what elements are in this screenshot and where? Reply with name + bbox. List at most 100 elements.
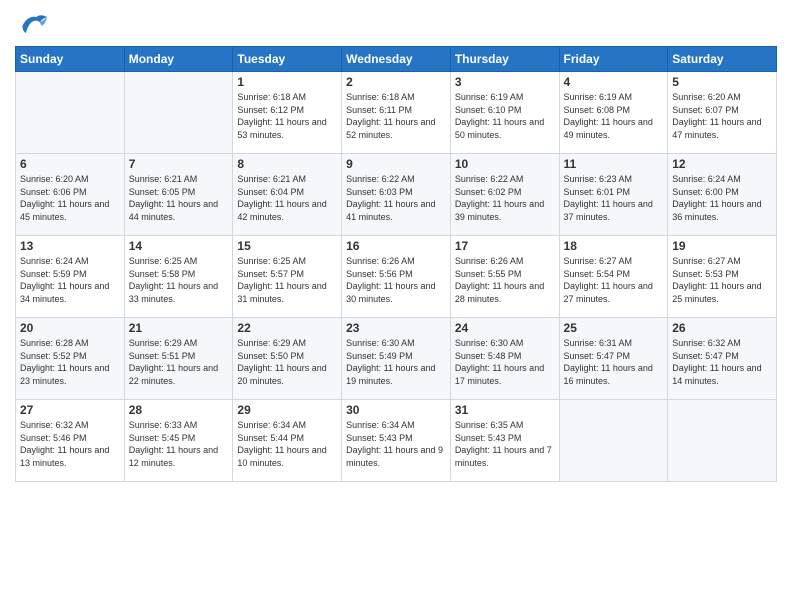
day-header-tuesday: Tuesday (233, 47, 342, 72)
day-number: 2 (346, 75, 446, 89)
calendar-cell: 24 Sunrise: 6:30 AMSunset: 5:48 PMDayligh… (450, 318, 559, 400)
day-number: 10 (455, 157, 555, 171)
day-number: 1 (237, 75, 337, 89)
calendar-cell: 21 Sunrise: 6:29 AMSunset: 5:51 PMDayligh… (124, 318, 233, 400)
calendar-cell: 27 Sunrise: 6:32 AMSunset: 5:46 PMDayligh… (16, 400, 125, 482)
day-number: 9 (346, 157, 446, 171)
day-header-monday: Monday (124, 47, 233, 72)
day-info: Sunrise: 6:28 AMSunset: 5:52 PMDaylight:… (20, 337, 120, 387)
day-info: Sunrise: 6:18 AMSunset: 6:12 PMDaylight:… (237, 91, 337, 141)
day-number: 21 (129, 321, 229, 335)
calendar-cell: 3 Sunrise: 6:19 AMSunset: 6:10 PMDaylight… (450, 72, 559, 154)
day-header-wednesday: Wednesday (342, 47, 451, 72)
day-number: 11 (564, 157, 664, 171)
logo-bird-icon (15, 10, 51, 40)
day-info: Sunrise: 6:19 AMSunset: 6:10 PMDaylight:… (455, 91, 555, 141)
day-number: 16 (346, 239, 446, 253)
calendar-cell: 29 Sunrise: 6:34 AMSunset: 5:44 PMDayligh… (233, 400, 342, 482)
day-number: 18 (564, 239, 664, 253)
day-number: 12 (672, 157, 772, 171)
day-number: 30 (346, 403, 446, 417)
day-info: Sunrise: 6:27 AMSunset: 5:54 PMDaylight:… (564, 255, 664, 305)
calendar-cell: 23 Sunrise: 6:30 AMSunset: 5:49 PMDayligh… (342, 318, 451, 400)
day-info: Sunrise: 6:29 AMSunset: 5:50 PMDaylight:… (237, 337, 337, 387)
day-number: 8 (237, 157, 337, 171)
day-number: 22 (237, 321, 337, 335)
calendar-cell: 1 Sunrise: 6:18 AMSunset: 6:12 PMDaylight… (233, 72, 342, 154)
calendar-cell: 10 Sunrise: 6:22 AMSunset: 6:02 PMDayligh… (450, 154, 559, 236)
day-info: Sunrise: 6:24 AMSunset: 5:59 PMDaylight:… (20, 255, 120, 305)
day-info: Sunrise: 6:20 AMSunset: 6:06 PMDaylight:… (20, 173, 120, 223)
day-header-sunday: Sunday (16, 47, 125, 72)
day-number: 7 (129, 157, 229, 171)
day-info: Sunrise: 6:21 AMSunset: 6:04 PMDaylight:… (237, 173, 337, 223)
day-number: 6 (20, 157, 120, 171)
day-info: Sunrise: 6:34 AMSunset: 5:43 PMDaylight:… (346, 419, 446, 469)
day-header-saturday: Saturday (668, 47, 777, 72)
calendar-week-2: 13 Sunrise: 6:24 AMSunset: 5:59 PMDayligh… (16, 236, 777, 318)
day-info: Sunrise: 6:19 AMSunset: 6:08 PMDaylight:… (564, 91, 664, 141)
day-info: Sunrise: 6:22 AMSunset: 6:02 PMDaylight:… (455, 173, 555, 223)
calendar-cell (16, 72, 125, 154)
calendar-week-3: 20Sunrise: 6:28 AMSunset: 5:52 PMDayligh… (16, 318, 777, 400)
day-info: Sunrise: 6:25 AMSunset: 5:57 PMDaylight:… (237, 255, 337, 305)
day-info: Sunrise: 6:21 AMSunset: 6:05 PMDaylight:… (129, 173, 229, 223)
day-number: 23 (346, 321, 446, 335)
calendar-cell: 16Sunrise: 6:26 AMSunset: 5:56 PMDayligh… (342, 236, 451, 318)
calendar-cell (559, 400, 668, 482)
day-number: 13 (20, 239, 120, 253)
day-info: Sunrise: 6:25 AMSunset: 5:58 PMDaylight:… (129, 255, 229, 305)
calendar-container: SundayMondayTuesdayWednesdayThursdayFrid… (0, 0, 792, 492)
day-number: 24 (455, 321, 555, 335)
day-number: 15 (237, 239, 337, 253)
day-info: Sunrise: 6:27 AMSunset: 5:53 PMDaylight:… (672, 255, 772, 305)
day-info: Sunrise: 6:34 AMSunset: 5:44 PMDaylight:… (237, 419, 337, 469)
calendar-table: SundayMondayTuesdayWednesdayThursdayFrid… (15, 46, 777, 482)
calendar-week-1: 6 Sunrise: 6:20 AMSunset: 6:06 PMDaylight… (16, 154, 777, 236)
calendar-cell: 31 Sunrise: 6:35 AMSunset: 5:43 PMDayligh… (450, 400, 559, 482)
calendar-cell: 17 Sunrise: 6:26 AMSunset: 5:55 PMDayligh… (450, 236, 559, 318)
day-info: Sunrise: 6:30 AMSunset: 5:49 PMDaylight:… (346, 337, 446, 387)
calendar-cell: 19 Sunrise: 6:27 AMSunset: 5:53 PMDayligh… (668, 236, 777, 318)
day-info: Sunrise: 6:32 AMSunset: 5:46 PMDaylight:… (20, 419, 120, 469)
calendar-cell: 4Sunrise: 6:19 AMSunset: 6:08 PMDaylight… (559, 72, 668, 154)
day-info: Sunrise: 6:20 AMSunset: 6:07 PMDaylight:… (672, 91, 772, 141)
calendar-cell: 25 Sunrise: 6:31 AMSunset: 5:47 PMDayligh… (559, 318, 668, 400)
day-info: Sunrise: 6:23 AMSunset: 6:01 PMDaylight:… (564, 173, 664, 223)
calendar-cell (668, 400, 777, 482)
day-number: 29 (237, 403, 337, 417)
calendar-cell: 9 Sunrise: 6:22 AMSunset: 6:03 PMDaylight… (342, 154, 451, 236)
calendar-cell: 5 Sunrise: 6:20 AMSunset: 6:07 PMDaylight… (668, 72, 777, 154)
day-info: Sunrise: 6:30 AMSunset: 5:48 PMDaylight:… (455, 337, 555, 387)
day-number: 26 (672, 321, 772, 335)
calendar-cell (124, 72, 233, 154)
day-info: Sunrise: 6:24 AMSunset: 6:00 PMDaylight:… (672, 173, 772, 223)
day-info: Sunrise: 6:32 AMSunset: 5:47 PMDaylight:… (672, 337, 772, 387)
day-info: Sunrise: 6:33 AMSunset: 5:45 PMDaylight:… (129, 419, 229, 469)
day-info: Sunrise: 6:35 AMSunset: 5:43 PMDaylight:… (455, 419, 555, 469)
calendar-cell: 18 Sunrise: 6:27 AMSunset: 5:54 PMDayligh… (559, 236, 668, 318)
day-number: 17 (455, 239, 555, 253)
calendar-cell: 15 Sunrise: 6:25 AMSunset: 5:57 PMDayligh… (233, 236, 342, 318)
day-info: Sunrise: 6:29 AMSunset: 5:51 PMDaylight:… (129, 337, 229, 387)
calendar-cell: 11 Sunrise: 6:23 AMSunset: 6:01 PMDayligh… (559, 154, 668, 236)
calendar-cell: 13 Sunrise: 6:24 AMSunset: 5:59 PMDayligh… (16, 236, 125, 318)
day-info: Sunrise: 6:26 AMSunset: 5:55 PMDaylight:… (455, 255, 555, 305)
day-header-friday: Friday (559, 47, 668, 72)
day-number: 25 (564, 321, 664, 335)
day-number: 31 (455, 403, 555, 417)
calendar-cell: 20Sunrise: 6:28 AMSunset: 5:52 PMDayligh… (16, 318, 125, 400)
day-info: Sunrise: 6:22 AMSunset: 6:03 PMDaylight:… (346, 173, 446, 223)
day-number: 19 (672, 239, 772, 253)
calendar-cell: 30 Sunrise: 6:34 AMSunset: 5:43 PMDayligh… (342, 400, 451, 482)
day-info: Sunrise: 6:31 AMSunset: 5:47 PMDaylight:… (564, 337, 664, 387)
header (15, 10, 777, 40)
calendar-cell: 6 Sunrise: 6:20 AMSunset: 6:06 PMDaylight… (16, 154, 125, 236)
day-header-thursday: Thursday (450, 47, 559, 72)
day-number: 3 (455, 75, 555, 89)
calendar-week-4: 27 Sunrise: 6:32 AMSunset: 5:46 PMDayligh… (16, 400, 777, 482)
day-number: 27 (20, 403, 120, 417)
logo (15, 10, 55, 40)
calendar-header-row: SundayMondayTuesdayWednesdayThursdayFrid… (16, 47, 777, 72)
day-number: 5 (672, 75, 772, 89)
